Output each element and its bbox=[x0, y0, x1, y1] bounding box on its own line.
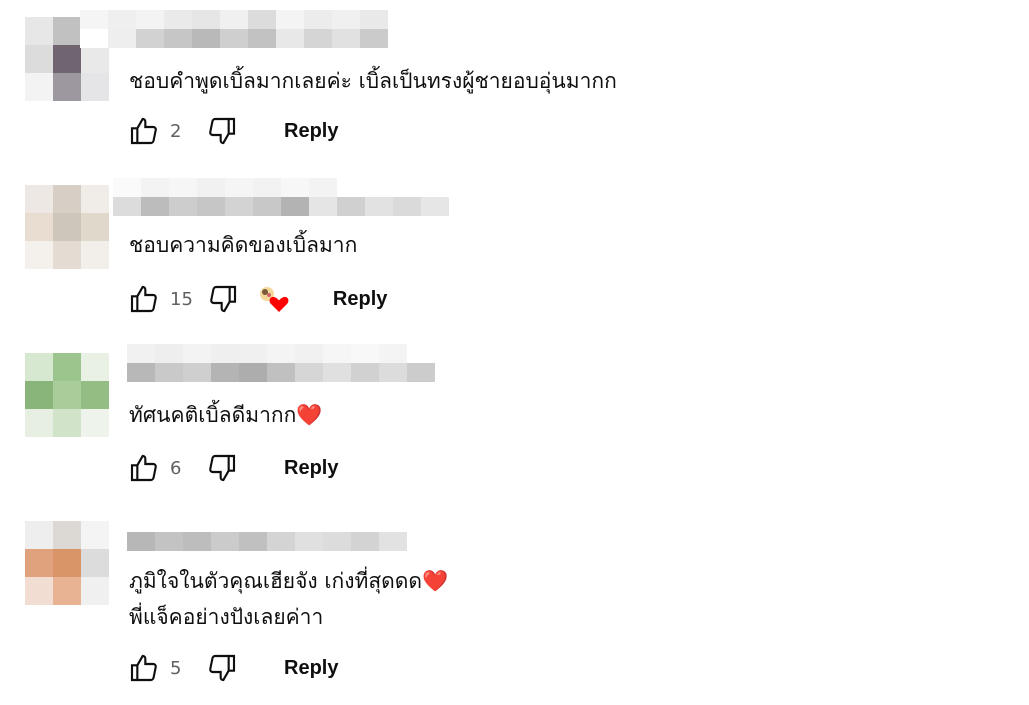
comment-text: ภูมิใจในตัวคุณเฮียจัง เก่งที่สุดดด❤️ พี่… bbox=[129, 563, 448, 635]
dislike-button[interactable] bbox=[204, 650, 240, 686]
comment-line-1: ภูมิใจในตัวคุณเฮียจัง เก่งที่สุดดด❤️ bbox=[129, 569, 449, 593]
thumbs-down-icon bbox=[209, 117, 236, 145]
thumbs-up-icon bbox=[130, 654, 157, 682]
thumbs-down-icon bbox=[210, 285, 236, 313]
reply-button[interactable]: Reply bbox=[333, 288, 387, 311]
comment-line-2: พี่แจ็คอย่างปังเลยค่าา bbox=[129, 605, 324, 629]
thumbs-down-icon bbox=[209, 454, 236, 482]
like-button[interactable] bbox=[126, 113, 162, 149]
comment-actions: 2 Reply bbox=[126, 114, 338, 148]
like-count: 2 bbox=[170, 120, 182, 142]
like-button[interactable] bbox=[126, 650, 162, 686]
avatar[interactable] bbox=[25, 353, 109, 437]
author-name-blurred[interactable] bbox=[80, 10, 388, 48]
reply-button[interactable]: Reply bbox=[284, 120, 338, 143]
author-name-blurred[interactable] bbox=[127, 532, 407, 551]
author-name-blurred[interactable] bbox=[127, 344, 435, 382]
like-count: 6 bbox=[170, 457, 182, 479]
comment-actions: 6 Reply bbox=[126, 451, 338, 485]
like-count: 15 bbox=[170, 288, 193, 310]
thumbs-up-icon bbox=[130, 117, 157, 145]
like-button[interactable] bbox=[126, 450, 162, 486]
comment-text: ชอบความคิดของเบิ้ลมาก bbox=[129, 233, 358, 257]
thumbs-up-icon bbox=[130, 454, 157, 482]
reply-button[interactable]: Reply bbox=[284, 457, 338, 480]
thumbs-down-icon bbox=[209, 654, 236, 682]
dislike-button[interactable] bbox=[204, 113, 240, 149]
comment-text: ชอบคำพูดเบิ้ลมากเลยค่ะ เบิ้ลเป็นทรงผู้ชา… bbox=[129, 69, 617, 93]
red-heart-emoji: ❤️ bbox=[296, 403, 323, 427]
avatar[interactable] bbox=[25, 521, 109, 605]
comment-text: ทัศนคติเบิ้ลดีมากก❤️ bbox=[129, 403, 323, 427]
dislike-button[interactable] bbox=[205, 281, 241, 317]
comment-actions: 15 Reply bbox=[126, 282, 387, 316]
reply-button[interactable]: Reply bbox=[284, 657, 338, 680]
creator-heart-icon bbox=[257, 284, 289, 314]
like-button[interactable] bbox=[126, 281, 162, 317]
author-name-blurred[interactable] bbox=[113, 178, 449, 216]
dislike-button[interactable] bbox=[204, 450, 240, 486]
like-count: 5 bbox=[170, 657, 182, 679]
comment-actions: 5 Reply bbox=[126, 651, 338, 685]
avatar[interactable] bbox=[25, 185, 109, 269]
thumbs-up-icon bbox=[130, 285, 157, 313]
red-heart-emoji: ❤️ bbox=[422, 569, 449, 593]
